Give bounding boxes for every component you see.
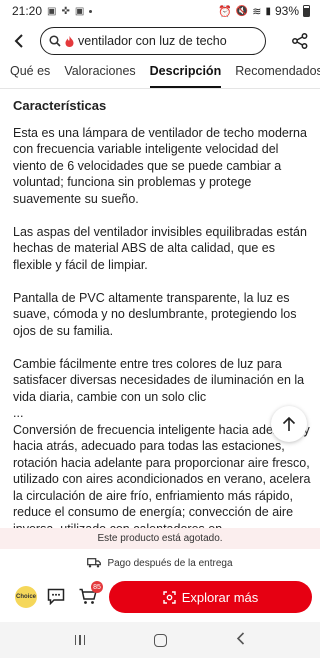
pay-on-delivery: Pago después de la entrega [0,553,320,573]
wifi-icon: ≋ [252,5,262,18]
bottom-action-bar: Choice 85 Explorar más [0,578,320,618]
share-icon [292,33,308,49]
cart-count-badge: 85 [91,581,103,593]
scroll-top-button[interactable] [271,406,307,442]
search-header: ventilador con luz de techo [0,26,320,56]
description-paragraph: Pantalla de PVC altamente transparente, … [13,290,297,338]
message-button[interactable] [47,588,65,610]
chevron-left-icon [14,34,23,48]
soldout-banner: Este producto está agotado. [0,528,320,549]
pay-on-delivery-label: Pago después de la entrega [107,557,233,569]
choice-logo-label: Choice [15,594,36,600]
home-button[interactable] [154,633,168,647]
more-notifications-icon [89,9,93,13]
fire-icon [65,35,74,47]
mute-icon: 🔇 [235,5,249,17]
system-nav-bar [0,622,320,658]
tab-recomendados[interactable]: Recomendados [235,64,320,88]
battery-percent: 93% [274,4,299,18]
description-ellipsis: ... [13,406,24,420]
signal-icon: ▮ [265,5,271,17]
search-input[interactable]: ventilador con luz de techo [40,27,266,55]
description-content: Características Esta es una lámpara de v… [13,98,313,537]
truck-icon [87,558,102,568]
description-heading: Características [13,98,107,113]
product-tabs: Qué es Valoraciones Descripción Recomend… [0,64,320,88]
image-notification-icon: ▣ [47,5,57,17]
arrow-up-icon [282,416,296,431]
explore-more-button[interactable]: Explorar más [109,581,312,613]
explore-more-label: Explorar más [181,589,259,605]
choice-button[interactable]: Choice [15,586,37,608]
search-icon [49,35,61,47]
recent-apps-button[interactable] [74,635,86,645]
system-back-button[interactable] [236,631,245,649]
battery-icon [303,5,310,17]
share-button[interactable] [280,26,320,56]
status-bar: 21:20 ▣ ✜ ▣ ⏰ 🔇 ≋ ▮ 93% [0,0,320,22]
status-time: 21:20 [12,4,43,18]
back-button[interactable] [0,26,40,56]
search-query: ventilador con luz de techo [78,34,227,48]
description-paragraph: Conversión de frecuencia inteligente hac… [13,422,311,536]
description-paragraph: Cambie fácilmente entre tres colores de … [13,356,305,404]
description-paragraph: Las aspas del ventilador invisibles equi… [13,224,307,272]
tab-descripcion[interactable]: Descripción [149,64,221,88]
chat-icon [47,588,65,606]
tab-divider [0,88,320,89]
description-paragraph: Esta es una lámpara de ventilador de tec… [13,125,307,206]
scan-icon [163,590,176,604]
back-chevron-icon [237,631,245,645]
tab-valoraciones[interactable]: Valoraciones [64,64,135,88]
tab-que-es[interactable]: Qué es [10,64,50,88]
gamepad-notification-icon: ✜ [61,5,70,17]
gallery-notification-icon: ▣ [74,5,85,17]
alarm-icon: ⏰ [218,5,232,18]
